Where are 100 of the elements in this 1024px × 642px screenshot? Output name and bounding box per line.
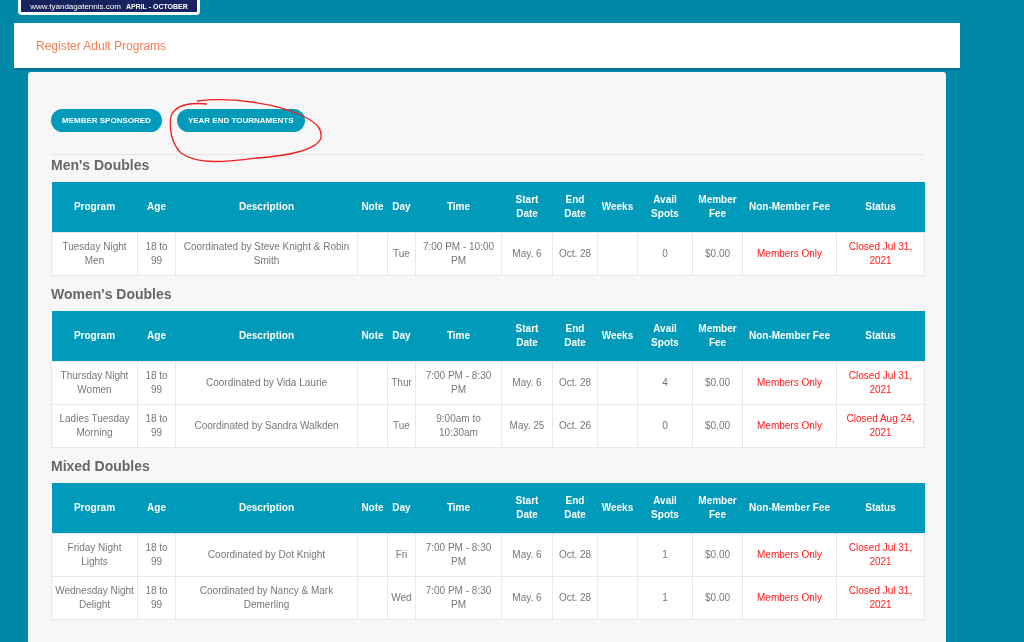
table-cell: 7:00 PM - 10:00 PM — [415, 232, 502, 276]
table-cell: Tue — [387, 404, 416, 448]
table-cell: Closed Aug 24, 2021 — [836, 404, 925, 448]
table-cell: 0 — [637, 404, 693, 448]
table-cell: 18 to 99 — [137, 576, 176, 620]
table-cell: May. 25 — [501, 404, 553, 448]
column-header: Description — [175, 311, 358, 362]
table-cell: 18 to 99 — [137, 533, 176, 577]
column-header: Day — [387, 483, 416, 534]
table-cell: $0.00 — [692, 576, 743, 620]
table-cell: May. 6 — [501, 533, 553, 577]
table-cell: 7:00 PM - 8:30 PM — [415, 533, 502, 577]
table-cell — [597, 361, 638, 405]
table-cell: Wed — [387, 576, 416, 620]
table-cell: 4 — [637, 361, 693, 405]
column-header: Age — [137, 182, 176, 233]
column-header: Program — [51, 311, 138, 362]
column-header: Note — [357, 311, 388, 362]
column-header: Member Fee — [692, 311, 743, 362]
table-cell: Closed Jul 31, 2021 — [836, 361, 925, 405]
page-title: Register Adult Programs — [36, 38, 167, 53]
table-cell: Fri — [387, 533, 416, 577]
column-header: Note — [357, 483, 388, 534]
column-header: Note — [357, 182, 388, 233]
table-cell: Coordinated by Dot Knight — [175, 533, 358, 577]
column-header: Weeks — [597, 182, 638, 233]
column-header: Description — [175, 483, 358, 534]
column-header: Status — [836, 311, 925, 362]
table-cell: Coordinated by Nancy & Mark Demerling — [175, 576, 358, 620]
column-header: Time — [415, 311, 502, 362]
section-heading: Men's Doubles — [51, 156, 151, 175]
column-header: Start Date — [501, 182, 553, 233]
column-header: Day — [387, 311, 416, 362]
column-header: Avail Spots — [637, 483, 693, 534]
table-cell: Members Only — [742, 361, 837, 405]
table-cell: 18 to 99 — [137, 404, 176, 448]
column-header: Start Date — [501, 483, 553, 534]
table-cell: 7:00 PM - 8:30 PM — [415, 576, 502, 620]
table-cell: Ladies Tuesday Morning — [51, 404, 138, 448]
column-header: Non-Member Fee — [742, 483, 837, 534]
column-header: Age — [137, 483, 176, 534]
category-button[interactable]: MEMBER SPONSORED — [51, 109, 162, 132]
column-header: Weeks — [597, 311, 638, 362]
section-heading: Women's Doubles — [51, 285, 173, 304]
table-cell — [357, 232, 388, 276]
column-header: Time — [415, 182, 502, 233]
column-header: End Date — [552, 483, 598, 534]
table-cell: Thur — [387, 361, 416, 405]
table-cell: Coordinated by Steve Knight & Robin Smith — [175, 232, 358, 276]
table-cell: Friday Night Lights — [51, 533, 138, 577]
table-cell: Members Only — [742, 404, 837, 448]
table-cell: Oct. 28 — [552, 533, 598, 577]
table-cell — [357, 533, 388, 577]
column-header: Member Fee — [692, 483, 743, 534]
table-cell: Coordinated by Sandra Walkden — [175, 404, 358, 448]
table-cell: Oct. 28 — [552, 576, 598, 620]
column-header: Program — [51, 483, 138, 534]
column-header: Day — [387, 182, 416, 233]
table-cell: May. 6 — [501, 232, 553, 276]
table-cell: 9:00am to 10:30am — [415, 404, 502, 448]
table-cell: 18 to 99 — [137, 232, 176, 276]
table-cell: Oct. 26 — [552, 404, 598, 448]
table-cell: Wednesday Night Delight — [51, 576, 138, 620]
table-cell: Thursday Night Women — [51, 361, 138, 405]
table-cell: Members Only — [742, 232, 837, 276]
column-header: Time — [415, 483, 502, 534]
table-cell: 0 — [637, 232, 693, 276]
table-cell: 1 — [637, 576, 693, 620]
table-cell: $0.00 — [692, 533, 743, 577]
table-cell: Members Only — [742, 576, 837, 620]
column-header: End Date — [552, 311, 598, 362]
column-header: End Date — [552, 182, 598, 233]
table-cell: Closed Jul 31, 2021 — [836, 232, 925, 276]
column-header: Member Fee — [692, 182, 743, 233]
column-header: Non-Member Fee — [742, 182, 837, 233]
category-button[interactable]: YEAR END TOURNAMENTS — [176, 109, 305, 132]
table-cell — [597, 533, 638, 577]
table-cell: Oct. 28 — [552, 361, 598, 405]
table-cell: Closed Jul 31, 2021 — [836, 533, 925, 577]
table-cell — [597, 232, 638, 276]
column-header: Description — [175, 182, 358, 233]
table-cell — [357, 361, 388, 405]
table-cell: Coordinated by Vida Laurie — [175, 361, 358, 405]
table-cell: Members Only — [742, 533, 837, 577]
table-cell: Tuesday Night Men — [51, 232, 138, 276]
table-cell: Closed Jul 31, 2021 — [836, 576, 925, 620]
table-cell: May. 6 — [501, 361, 553, 405]
table-cell: $0.00 — [692, 361, 743, 405]
column-header: Non-Member Fee — [742, 311, 837, 362]
column-header: Status — [836, 182, 925, 233]
column-header: Program — [51, 182, 138, 233]
column-header: Avail Spots — [637, 182, 693, 233]
table-cell: Tue — [387, 232, 416, 276]
column-header: Avail Spots — [637, 311, 693, 362]
logo-url: www.tyandagatennis.com — [30, 2, 121, 11]
table-cell: 7:00 PM - 8:30 PM — [415, 361, 502, 405]
column-header: Status — [836, 483, 925, 534]
table-cell: $0.00 — [692, 232, 743, 276]
table-cell: 1 — [637, 533, 693, 577]
section-heading: Mixed Doubles — [51, 457, 151, 476]
